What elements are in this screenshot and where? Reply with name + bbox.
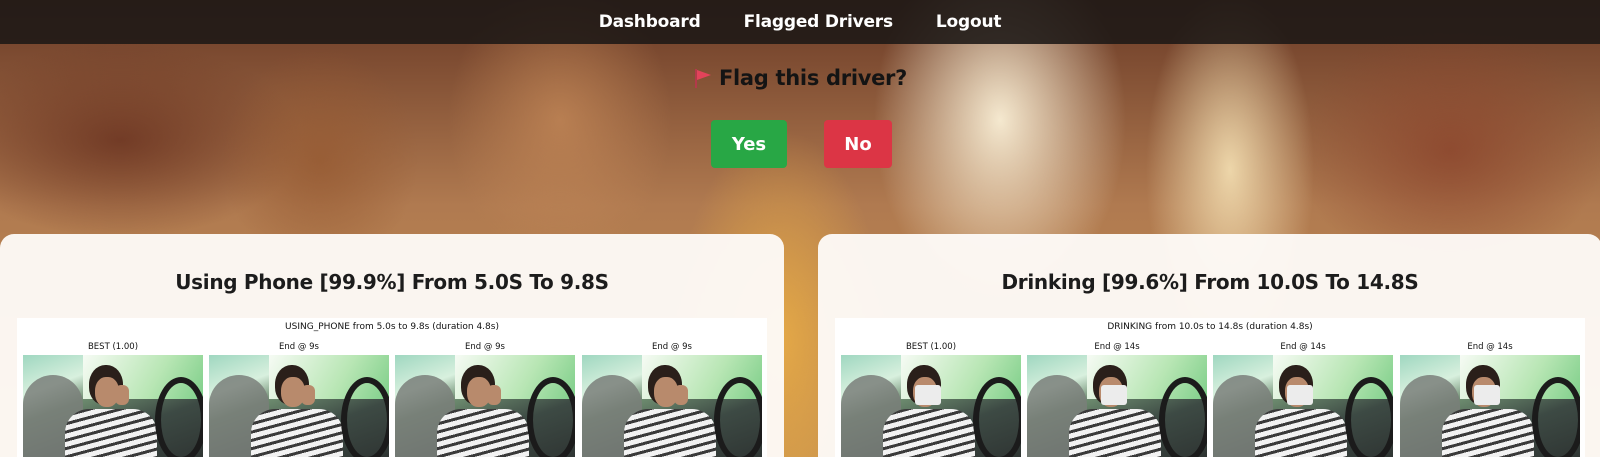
card-title: Drinking [99.6%] From 10.0S To 14.8S <box>1001 270 1419 294</box>
top-nav: Dashboard Flagged Drivers Logout <box>0 0 1600 44</box>
frame-label: End @ 14s <box>1280 342 1326 352</box>
frame-thumbnail <box>1027 355 1207 457</box>
frame-label: End @ 9s <box>652 342 692 352</box>
frame-label: BEST (1.00) <box>87 342 139 352</box>
frame-thumbnail <box>1213 355 1393 457</box>
detection-figure: USING_PHONE from 5.0s to 9.8s (duration … <box>17 318 767 457</box>
frame-thumbnail <box>1400 355 1580 457</box>
flag-icon <box>693 67 713 89</box>
nav-logout-link[interactable]: Logout <box>936 12 1002 32</box>
flag-prompt-text: Flag this driver? <box>718 66 907 90</box>
flag-yes-button[interactable]: Yes <box>711 120 787 168</box>
frame-label: End @ 9s <box>465 342 505 352</box>
detection-card-using-phone: Using Phone [99.9%] From 5.0S To 9.8S US… <box>0 234 784 457</box>
flag-prompt: Flag this driver? <box>0 66 1600 90</box>
frame-thumbnail <box>209 355 389 457</box>
card-title: Using Phone [99.9%] From 5.0S To 9.8S <box>175 270 609 294</box>
detection-card-drinking: Drinking [99.6%] From 10.0S To 14.8S DRI… <box>818 234 1600 457</box>
frame-thumbnail <box>395 355 575 457</box>
flag-no-button[interactable]: No <box>824 120 892 168</box>
frame-thumbnail <box>582 355 762 457</box>
nav-dashboard-link[interactable]: Dashboard <box>599 12 701 32</box>
frame-label: End @ 14s <box>1467 342 1513 352</box>
nav-flagged-drivers-link[interactable]: Flagged Drivers <box>744 12 894 32</box>
frame-thumbnail <box>841 355 1021 457</box>
detection-figure: DRINKING from 10.0s to 14.8s (duration 4… <box>835 318 1585 457</box>
frame-label: BEST (1.00) <box>905 342 957 352</box>
figure-title: USING_PHONE from 5.0s to 9.8s (duration … <box>285 322 499 332</box>
figure-title: DRINKING from 10.0s to 14.8s (duration 4… <box>1107 322 1313 332</box>
frame-label: End @ 9s <box>279 342 319 352</box>
frame-label: End @ 14s <box>1094 342 1140 352</box>
frame-thumbnail <box>23 355 203 457</box>
